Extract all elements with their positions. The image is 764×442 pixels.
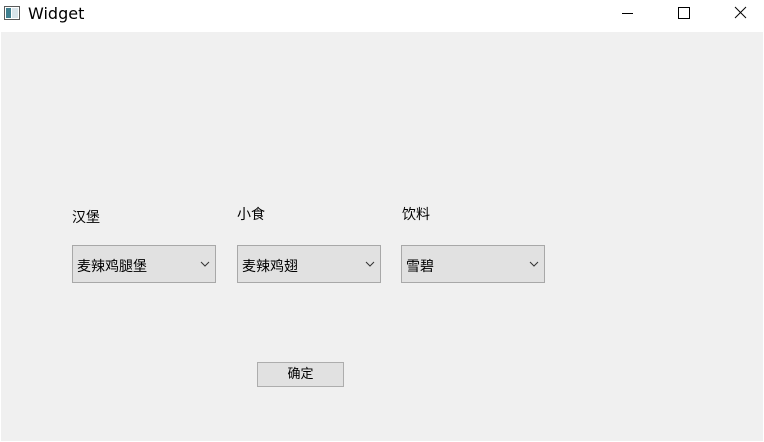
minimize-button[interactable] [604,0,650,29]
close-icon [734,6,747,19]
burger-combobox[interactable]: 麦辣鸡腿堡 [72,245,216,283]
app-window: Widget 汉堡 小食 饮料 麦辣鸡腿堡 麦辣鸡翅 雪碧 确定 [0,0,764,442]
window-title: Widget [28,4,85,23]
maximize-button[interactable] [660,0,706,29]
snack-label: 小食 [237,207,265,223]
chevron-down-icon [529,261,539,267]
burger-selected-value: 麦辣鸡腿堡 [77,259,147,275]
drink-label: 饮料 [402,207,430,223]
snack-combobox[interactable]: 麦辣鸡翅 [237,245,381,283]
drink-selected-value: 雪碧 [406,259,434,275]
app-window-icon [4,6,20,20]
snack-selected-value: 麦辣鸡翅 [242,259,298,275]
chevron-down-icon [365,261,375,267]
confirm-button[interactable]: 确定 [257,362,344,387]
chevron-down-icon [200,261,210,267]
close-button[interactable] [716,0,762,29]
maximize-icon [678,7,690,19]
client-area: 汉堡 小食 饮料 麦辣鸡腿堡 麦辣鸡翅 雪碧 确定 [1,32,763,441]
drink-combobox[interactable]: 雪碧 [401,245,545,283]
minimize-icon [622,13,633,14]
title-bar[interactable]: Widget [0,0,764,31]
burger-label: 汉堡 [72,210,100,226]
